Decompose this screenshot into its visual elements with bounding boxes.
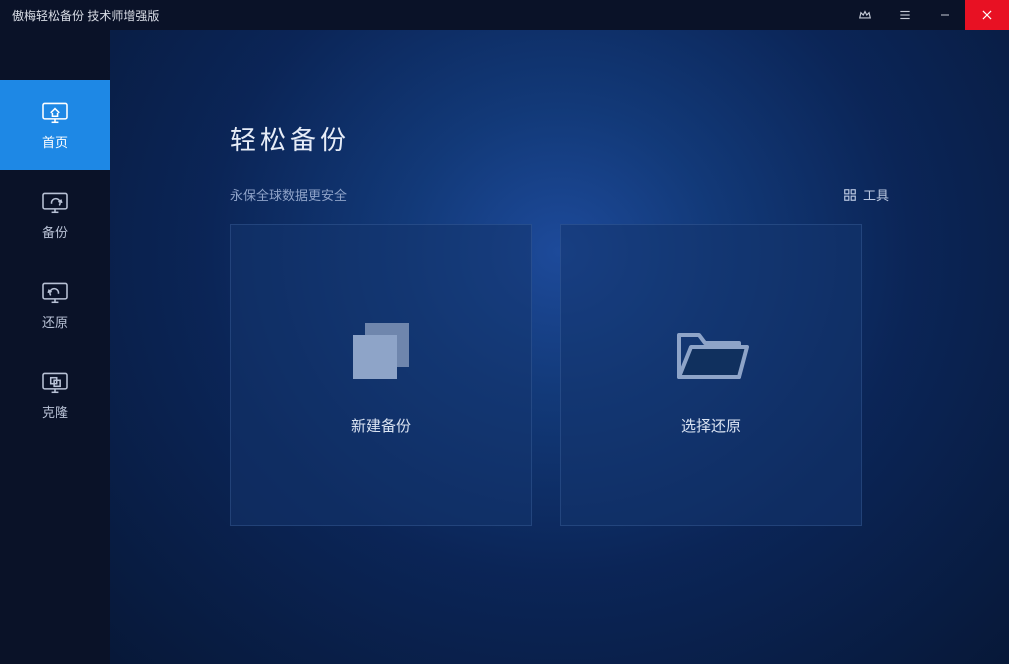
- clone-monitor-icon: [41, 370, 69, 394]
- sidebar-item-label: 克隆: [42, 402, 68, 421]
- restore-monitor-icon: [41, 280, 69, 304]
- sidebar-item-label: 还原: [42, 312, 68, 331]
- grid-icon: [843, 188, 857, 202]
- sidebar-item-label: 备份: [42, 222, 68, 241]
- page-subtitle: 永保全球数据更安全: [230, 185, 347, 204]
- main-area: 轻松备份 永保全球数据更安全 工具: [110, 30, 1009, 664]
- card-new-backup[interactable]: 新建备份: [230, 224, 532, 526]
- titlebar: 傲梅轻松备份 技术师增强版: [0, 0, 1009, 30]
- card-label: 选择还原: [681, 415, 741, 436]
- card-label: 新建备份: [351, 415, 411, 436]
- crown-button[interactable]: [845, 0, 885, 30]
- sidebar-item-home[interactable]: 首页: [0, 80, 110, 170]
- sidebar-item-clone[interactable]: 克隆: [0, 350, 110, 440]
- backup-monitor-icon: [41, 190, 69, 214]
- menu-icon: [898, 8, 912, 22]
- sidebar-item-backup[interactable]: 备份: [0, 170, 110, 260]
- sidebar-item-restore[interactable]: 还原: [0, 260, 110, 350]
- minimize-icon: [939, 9, 951, 21]
- card-restore[interactable]: 选择还原: [560, 224, 862, 526]
- sidebar-item-label: 首页: [42, 132, 68, 151]
- close-button[interactable]: [965, 0, 1009, 30]
- folder-open-icon: [671, 315, 751, 387]
- tools-label: 工具: [863, 185, 889, 204]
- minimize-button[interactable]: [925, 0, 965, 30]
- crown-icon: [858, 8, 872, 22]
- menu-button[interactable]: [885, 0, 925, 30]
- stack-icon: [341, 315, 421, 387]
- page-title: 轻松备份: [230, 120, 889, 157]
- close-icon: [980, 8, 994, 22]
- home-monitor-icon: [41, 100, 69, 124]
- sidebar: 首页 备份 还原: [0, 30, 110, 664]
- app-title: 傲梅轻松备份 技术师增强版: [12, 7, 159, 24]
- tools-link[interactable]: 工具: [843, 185, 889, 204]
